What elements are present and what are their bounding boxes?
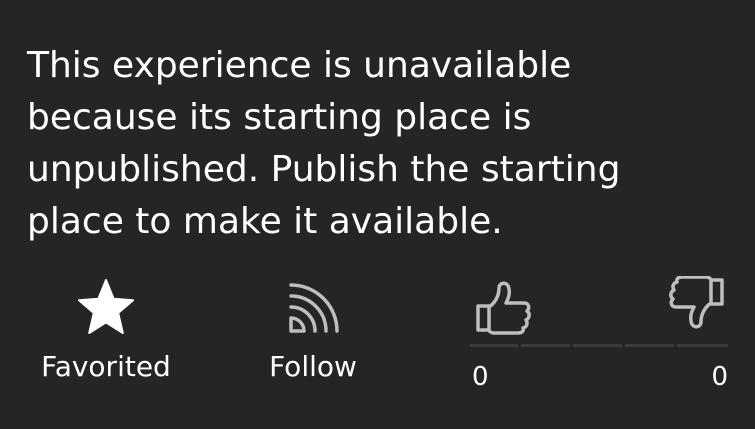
downvote-count: 0 xyxy=(711,362,728,392)
thumbs-down-icon xyxy=(666,275,728,340)
favorite-label: Favorited xyxy=(41,350,171,383)
vote-percentage-bar xyxy=(470,344,728,347)
vote-bar-divider xyxy=(674,344,677,347)
upvote-button[interactable] xyxy=(472,276,534,336)
favorite-button[interactable]: Favorited xyxy=(21,276,191,383)
star-icon xyxy=(21,276,191,340)
upvote-count: 0 xyxy=(472,362,489,392)
game-actions-bar: Favorited Follow 0 0 xyxy=(0,275,755,416)
vote-bar-divider xyxy=(570,344,573,347)
vote-bar-divider xyxy=(622,344,625,347)
unavailable-message: This experience is unavailable because i… xyxy=(27,45,621,242)
follow-button[interactable]: Follow xyxy=(228,276,398,383)
vote-bar-divider xyxy=(518,344,521,347)
follow-feed-icon xyxy=(228,276,398,340)
downvote-button[interactable] xyxy=(666,275,728,336)
follow-label: Follow xyxy=(269,350,357,383)
thumbs-up-icon xyxy=(472,281,534,340)
vote-panel: 0 0 xyxy=(470,275,732,396)
